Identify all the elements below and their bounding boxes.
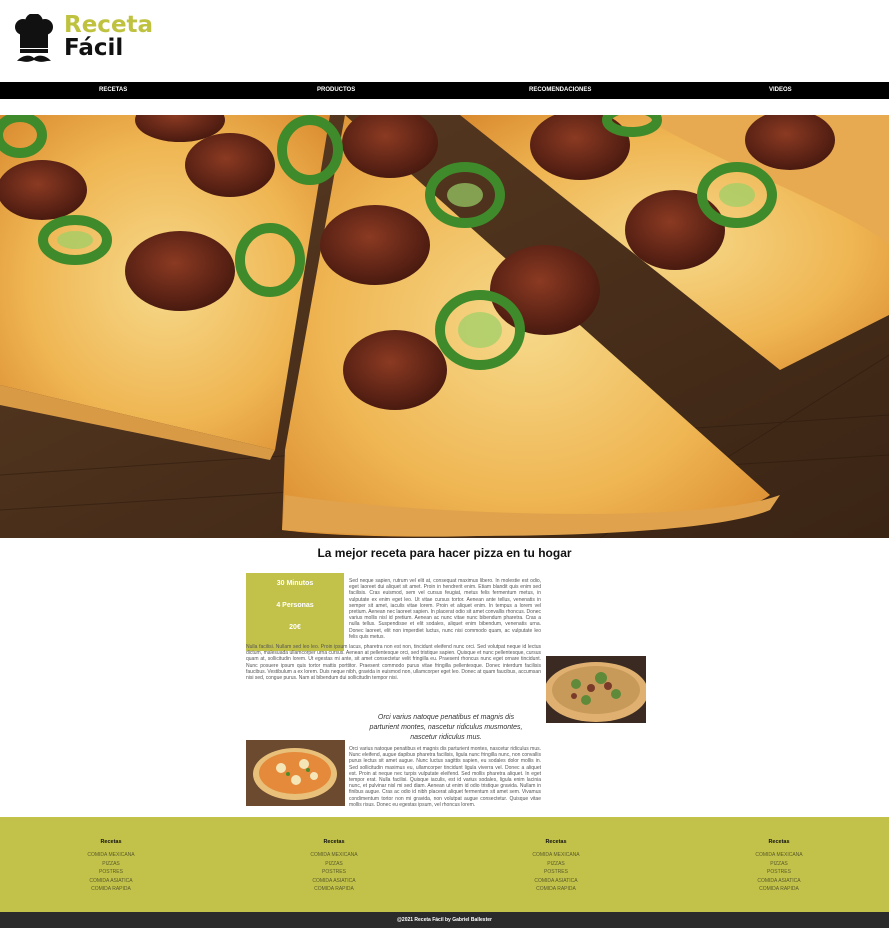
pizza-toppings-image — [546, 656, 646, 723]
footer-link-postres[interactable]: POSTRES — [279, 868, 389, 877]
nav-item-videos[interactable]: VIDEOS — [769, 82, 792, 99]
site-footer: Recetas COMIDA MEXICANA PIZZAS POSTRES C… — [0, 817, 889, 912]
footer-heading: Recetas — [768, 839, 790, 845]
footer-link-comida-rapida[interactable]: COMIDA RAPIDA — [501, 885, 611, 894]
nav-item-recomendaciones[interactable]: RECOMENDACIONES — [529, 82, 591, 99]
nav-item-recetas[interactable]: RECETAS — [99, 82, 127, 99]
footer-link-comida-asiatica[interactable]: COMIDA ASIATICA — [279, 877, 389, 886]
footer-link-pizzas[interactable]: PIZZAS — [56, 860, 166, 869]
nav-item-productos[interactable]: PRODUCTOS — [317, 82, 355, 99]
recipe-title: La mejor receta para hacer pizza en tu h… — [317, 546, 572, 560]
chef-hat-mustache-icon — [14, 13, 54, 66]
footer-link-pizzas[interactable]: PIZZAS — [724, 860, 834, 869]
footer-link-comida-asiatica[interactable]: COMIDA ASIATICA — [56, 877, 166, 886]
footer-link-comida-rapida[interactable]: COMIDA RAPIDA — [279, 885, 389, 894]
footer-link-comida-rapida[interactable]: COMIDA RAPIDA — [724, 885, 834, 894]
main-nav: RECETAS PRODUCTOS RECOMENDACIONES VIDEOS — [0, 82, 889, 99]
footer-link-postres[interactable]: POSTRES — [724, 868, 834, 877]
brand-logo[interactable]: Receta Fácil — [14, 13, 153, 66]
footer-column: Recetas COMIDA MEXICANA PIZZAS POSTRES C… — [279, 839, 389, 894]
pizza-hero-image — [0, 115, 889, 538]
footer-heading: Recetas — [323, 839, 345, 845]
site-header: Receta Fácil — [0, 0, 889, 82]
recipe-paragraph-1: Sed neque sapien, rutrum vel elit at, co… — [349, 578, 541, 640]
footer-column: Recetas COMIDA MEXICANA PIZZAS POSTRES C… — [56, 839, 166, 894]
footer-link-comida-asiatica[interactable]: COMIDA ASIATICA — [501, 877, 611, 886]
footer-heading: Recetas — [545, 839, 567, 845]
brand-name-line1: Receta — [64, 12, 154, 38]
footer-link-pizzas[interactable]: PIZZAS — [279, 860, 389, 869]
recipe-paragraph-3: Orci varius natoque penatibus et magnis … — [349, 746, 541, 808]
footer-column: Recetas COMIDA MEXICANA PIZZAS POSTRES C… — [724, 839, 834, 894]
footer-link-comida-asiatica[interactable]: COMIDA ASIATICA — [724, 877, 834, 886]
footer-link-comida-mexicana[interactable]: COMIDA MEXICANA — [279, 851, 389, 860]
recipe-servings: 4 Personas — [276, 602, 314, 609]
recipe-paragraph-2: Nulla facilisi. Nullam sed leo leo. Proi… — [246, 644, 541, 682]
brand-name-line2: Fácil — [64, 35, 124, 61]
footer-link-comida-rapida[interactable]: COMIDA RAPIDA — [56, 885, 166, 894]
footer-link-comida-mexicana[interactable]: COMIDA MEXICANA — [501, 851, 611, 860]
brand-name: Receta Fácil — [64, 14, 153, 60]
footer-link-postres[interactable]: POSTRES — [56, 868, 166, 877]
recipe-quote: Orci varius natoque penatibus et magnis … — [369, 714, 523, 741]
footer-link-comida-mexicana[interactable]: COMIDA MEXICANA — [724, 851, 834, 860]
footer-link-comida-mexicana[interactable]: COMIDA MEXICANA — [56, 851, 166, 860]
recipe-price: 20€ — [289, 624, 301, 631]
recipe-info-box: 30 Minutos 4 Personas 20€ — [246, 573, 344, 651]
copyright-bar: @2021 Receta Fácil by Gabriel Ballester — [0, 912, 889, 928]
footer-heading: Recetas — [100, 839, 122, 845]
pizza-margherita-image — [246, 740, 345, 806]
footer-column: Recetas COMIDA MEXICANA PIZZAS POSTRES C… — [501, 839, 611, 894]
footer-link-postres[interactable]: POSTRES — [501, 868, 611, 877]
footer-link-pizzas[interactable]: PIZZAS — [501, 860, 611, 869]
recipe-time: 30 Minutos — [276, 580, 314, 587]
